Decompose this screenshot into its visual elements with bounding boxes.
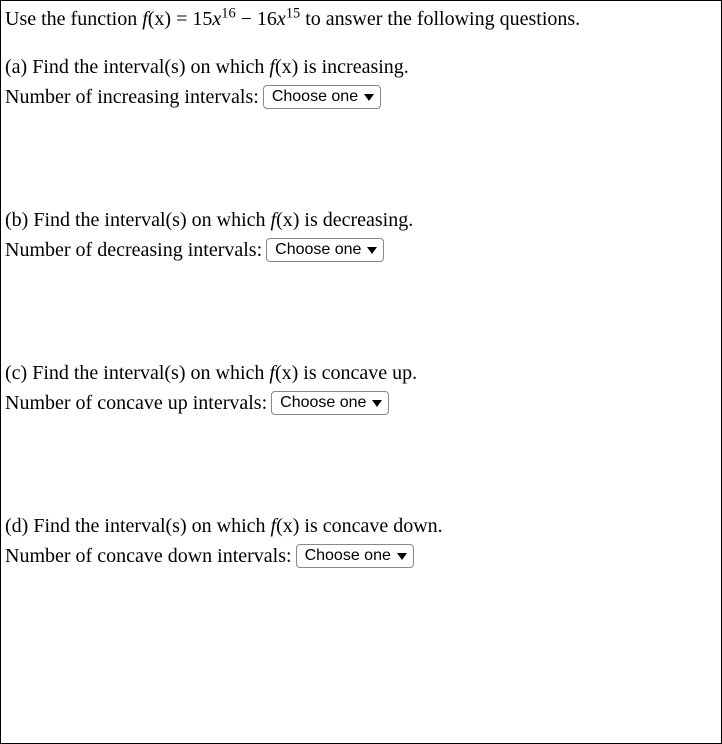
question-c-answer-line: Number of concave up intervals: Choose o… — [5, 389, 717, 417]
question-b-label: (b) Find the interval(s) on which — [5, 209, 271, 231]
dropdown-b[interactable]: Choose one — [266, 238, 384, 262]
question-a-answer-line: Number of increasing intervals: Choose o… — [5, 83, 717, 111]
question-b-answer-line: Number of decreasing intervals: Choose o… — [5, 236, 717, 264]
question-a-answer-label: Number of increasing intervals: — [5, 83, 259, 111]
chevron-down-icon — [364, 94, 374, 101]
question-a: (a) Find the interval(s) on which f(x) i… — [5, 53, 717, 111]
dropdown-c[interactable]: Choose one — [271, 391, 389, 415]
intro-var2: x — [277, 8, 286, 30]
question-d-answer-label: Number of concave down intervals: — [5, 542, 292, 570]
intro-func-arg: (x) = 15 — [148, 8, 213, 30]
dropdown-b-text: Choose one — [275, 241, 361, 259]
intro-suffix: to answer the following questions. — [300, 8, 580, 30]
chevron-down-icon — [372, 400, 382, 407]
question-c-arg: (x) — [275, 362, 298, 384]
problem-intro: Use the function f(x) = 15x16 − 16x15 to… — [5, 5, 717, 33]
question-d-tail: is concave down. — [299, 515, 442, 537]
question-d-answer-line: Number of concave down intervals: Choose… — [5, 542, 717, 570]
question-b-tail: is decreasing. — [299, 209, 413, 231]
question-d-arg: (x) — [276, 515, 299, 537]
question-a-tail: is increasing. — [298, 56, 409, 78]
question-c-label: (c) Find the interval(s) on which — [5, 362, 269, 384]
intro-var1: x — [212, 8, 221, 30]
question-b: (b) Find the interval(s) on which f(x) i… — [5, 206, 717, 264]
intro-exp1: 16 — [221, 5, 235, 21]
question-d: (d) Find the interval(s) on which f(x) i… — [5, 512, 717, 570]
dropdown-d-text: Choose one — [305, 547, 391, 565]
intro-prefix: Use the function — [5, 8, 142, 30]
dropdown-a[interactable]: Choose one — [263, 85, 381, 109]
question-c-answer-label: Number of concave up intervals: — [5, 389, 267, 417]
question-a-label: (a) Find the interval(s) on which — [5, 56, 269, 78]
question-d-text: (d) Find the interval(s) on which f(x) i… — [5, 512, 717, 540]
chevron-down-icon — [367, 247, 377, 254]
question-a-arg: (x) — [275, 56, 298, 78]
question-c-tail: is concave up. — [298, 362, 417, 384]
chevron-down-icon — [397, 553, 407, 560]
question-b-text: (b) Find the interval(s) on which f(x) i… — [5, 206, 717, 234]
dropdown-a-text: Choose one — [272, 88, 358, 106]
intro-exp2: 15 — [286, 5, 300, 21]
question-b-answer-label: Number of decreasing intervals: — [5, 236, 262, 264]
question-b-arg: (x) — [276, 209, 299, 231]
intro-minus: − 16 — [236, 8, 277, 30]
dropdown-c-text: Choose one — [280, 394, 366, 412]
question-c-text: (c) Find the interval(s) on which f(x) i… — [5, 359, 717, 387]
question-a-text: (a) Find the interval(s) on which f(x) i… — [5, 53, 717, 81]
question-d-label: (d) Find the interval(s) on which — [5, 515, 271, 537]
question-c: (c) Find the interval(s) on which f(x) i… — [5, 359, 717, 417]
dropdown-d[interactable]: Choose one — [296, 544, 414, 568]
